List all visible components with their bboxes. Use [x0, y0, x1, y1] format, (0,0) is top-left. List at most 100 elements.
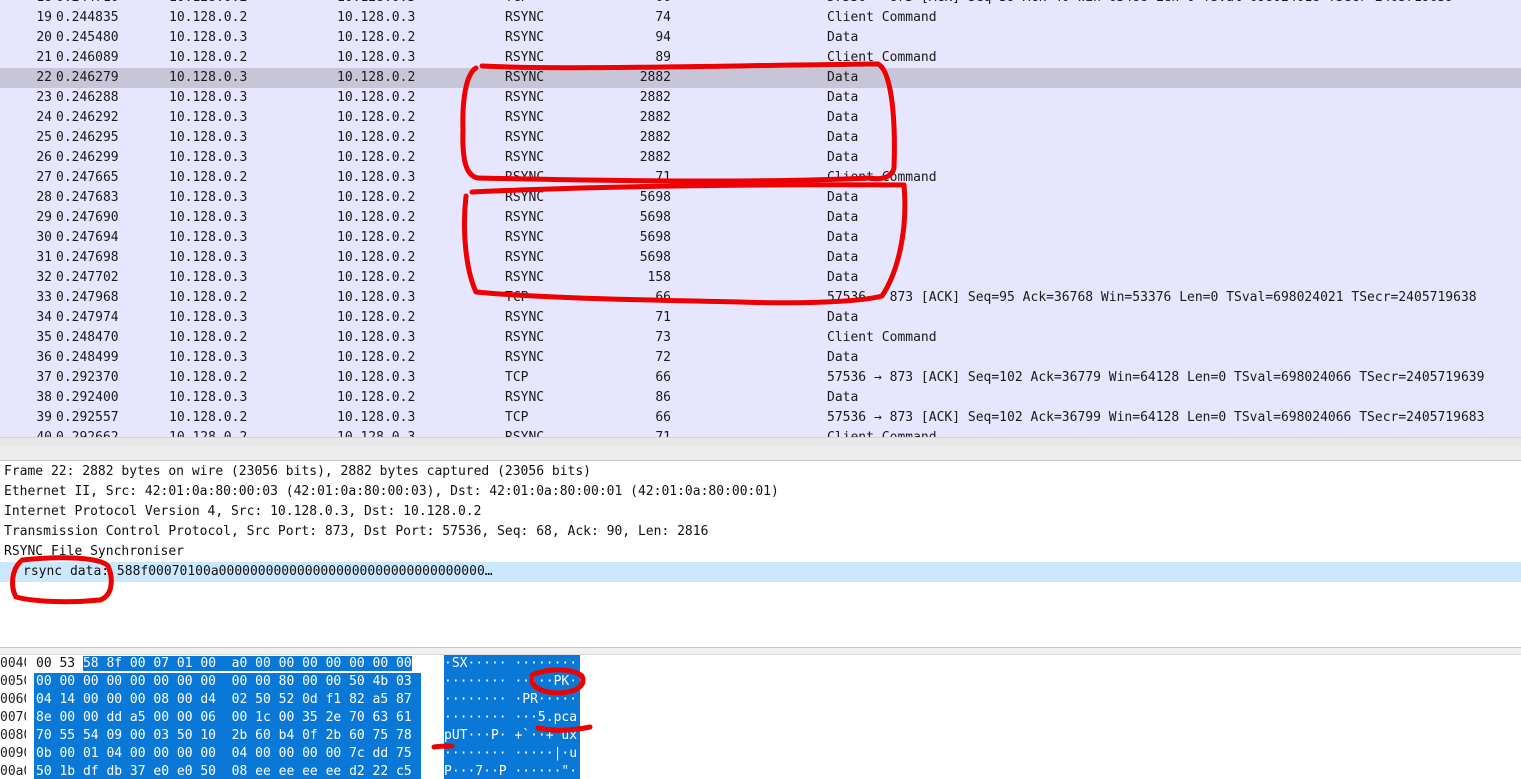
- packet-no: 25: [36, 130, 52, 145]
- detail-tcp[interactable]: Transmission Control Protocol, Src Port:…: [4, 522, 708, 542]
- packet-row[interactable]: 31 0.247698 10.128.0.3 10.128.0.2 RSYNC 5698 D…: [0, 248, 1521, 268]
- packet-row[interactable]: 37 0.292370 10.128.0.2 10.128.0.3 TCP 66 57536…: [0, 368, 1521, 388]
- packet-row[interactable]: 39 0.292557 10.128.0.2 10.128.0.3 TCP 66 57536…: [0, 408, 1521, 428]
- bytes-hex[interactable]: 50 1b df db 37 e0 e0 50 08 ee ee ee ee d…: [34, 763, 421, 779]
- packet-row[interactable]: 27 0.247665 10.128.0.2 10.128.0.3 RSYNC 71 Cli…: [0, 168, 1521, 188]
- packet-protocol: RSYNC: [505, 110, 545, 125]
- packet-destination: 10.128.0.3: [337, 0, 415, 8]
- packet-row[interactable]: 25 0.246295 10.128.0.3 10.128.0.2 RSYNC 2882 D…: [0, 128, 1521, 148]
- packet-info: Client Command: [827, 10, 937, 25]
- packet-list-horizontal-scrollbar[interactable]: [0, 437, 1521, 447]
- packet-row[interactable]: 21 0.246089 10.128.0.2 10.128.0.3 RSYNC 89 Cli…: [0, 48, 1521, 68]
- packet-row[interactable]: 38 0.292400 10.128.0.3 10.128.0.2 RSYNC 86 Dat…: [0, 388, 1521, 408]
- bytes-hex[interactable]: 0b 00 01 04 00 00 00 00 04 00 00 00 00 7…: [34, 745, 421, 763]
- packet-destination: 10.128.0.2: [337, 270, 416, 285]
- packet-length: 72: [655, 350, 671, 365]
- packet-length: 71: [560, 428, 671, 437]
- packet-length: 5698: [639, 190, 671, 205]
- detail-rsync-data[interactable]: rsync data: 588f00070100a000000000000000…: [0, 562, 1521, 582]
- packet-length: 158: [647, 270, 671, 285]
- bytes-hex-selected: 04 14 00 00 00 08 00 d4 02 50 52 0d f1 8…: [36, 692, 412, 707]
- packet-row[interactable]: 30 0.247694 10.128.0.3 10.128.0.2 RSYNC 5698 D…: [0, 228, 1521, 248]
- bytes-hex[interactable]: 00 53 58 8f 00 07 01 00 a0 00 00 00 00 0…: [34, 655, 421, 673]
- bytes-ascii[interactable]: ········ ···5.pca: [444, 709, 580, 727]
- packet-row[interactable]: 19 0.244835 10.128.0.2 10.128.0.3 RSYNC 74 Cli…: [0, 8, 1521, 28]
- bytes-ascii[interactable]: ········ ·PR·····: [444, 691, 580, 709]
- packet-protocol: RSYNC: [505, 190, 545, 205]
- bytes-ascii[interactable]: ········ ·····PK·: [444, 673, 580, 691]
- bytes-ascii[interactable]: ········ ·····|·u: [444, 745, 580, 763]
- packet-time: 0.247665: [56, 170, 119, 185]
- packet-length: 89: [655, 50, 671, 65]
- bytes-ascii[interactable]: P···7··P ······"·: [444, 763, 580, 779]
- packet-list[interactable]: 18 0.244710 10.128.0.2 10.128.0.3 TCP 66 57536…: [0, 0, 1521, 437]
- packet-row[interactable]: 29 0.247690 10.128.0.3 10.128.0.2 RSYNC 5698 D…: [0, 208, 1521, 228]
- bytes-hex-selected: 00 00 00 00 00 00 00 00 00 00 80 00 00 5…: [36, 674, 412, 689]
- detail-rsync[interactable]: RSYNC File Synchroniser: [4, 542, 184, 562]
- packet-destination: 10.128.0.2: [337, 210, 416, 225]
- packet-info: Client Command: [827, 428, 937, 437]
- packet-destination: 10.128.0.2: [337, 390, 416, 405]
- packet-time: 0.246089: [56, 50, 119, 65]
- packet-row[interactable]: 28 0.247683 10.128.0.3 10.128.0.2 RSYNC 5698 D…: [0, 188, 1521, 208]
- packet-row[interactable]: 20 0.245480 10.128.0.3 10.128.0.2 RSYNC 94 Dat…: [0, 28, 1521, 48]
- packet-row[interactable]: 32 0.247702 10.128.0.3 10.128.0.2 RSYNC 158 Da…: [0, 268, 1521, 288]
- packet-length: 2882: [639, 150, 671, 165]
- packet-time: 0.248470: [56, 330, 119, 345]
- bytes-ascii[interactable]: ·SX····· ········: [444, 655, 580, 673]
- packet-source: 10.128.0.3: [169, 70, 248, 85]
- packet-row[interactable]: 33 0.247968 10.128.0.2 10.128.0.3 TCP 66 57536…: [0, 288, 1521, 308]
- packet-row[interactable]: 35 0.248470 10.128.0.2 10.128.0.3 RSYNC 73 Cli…: [0, 328, 1521, 348]
- bytes-row[interactable]: 0050 00 00 00 00 00 00 00 00 00 00 80 00 …: [0, 673, 600, 691]
- packet-source: 10.128.0.2: [169, 428, 247, 437]
- packet-row[interactable]: 26 0.246299 10.128.0.3 10.128.0.2 RSYNC 2882 D…: [0, 148, 1521, 168]
- packet-no: 21: [36, 50, 52, 65]
- packet-source: 10.128.0.2: [169, 50, 248, 65]
- packet-no: 27: [36, 170, 52, 185]
- packet-protocol: RSYNC: [505, 350, 545, 365]
- bytes-row[interactable]: 0070 8e 00 00 dd a5 00 00 06 00 1c 00 35 …: [0, 709, 600, 727]
- bytes-ascii[interactable]: pUT···P· +`··+`ux: [444, 727, 580, 745]
- packet-info: Data: [827, 270, 859, 285]
- bytes-row[interactable]: 0090 0b 00 01 04 00 00 00 00 04 00 00 00 …: [0, 745, 600, 763]
- packet-row[interactable]: 23 0.246288 10.128.0.3 10.128.0.2 RSYNC 2882 D…: [0, 88, 1521, 108]
- packet-destination: 10.128.0.2: [337, 130, 416, 145]
- bytes-row[interactable]: 0080 70 55 54 09 00 03 50 10 2b 60 b4 0f …: [0, 727, 600, 745]
- bytes-row[interactable]: 00a0 50 1b df db 37 e0 e0 50 08 ee ee ee …: [0, 763, 600, 779]
- packet-source: 10.128.0.3: [169, 90, 248, 105]
- packet-info: Data: [827, 130, 859, 145]
- packet-row[interactable]: 24 0.246292 10.128.0.3 10.128.0.2 RSYNC 2882 D…: [0, 108, 1521, 128]
- packet-info: Data: [827, 70, 859, 85]
- packet-row[interactable]: 40 0.292662 10.128.0.2 10.128.0.3 RSYNC 71 Cli…: [0, 428, 1521, 437]
- bytes-hex[interactable]: 70 55 54 09 00 03 50 10 2b 60 b4 0f 2b 6…: [34, 727, 421, 745]
- packet-destination: 10.128.0.2: [337, 250, 416, 265]
- packet-bytes[interactable]: 0040 00 53 58 8f 00 07 01 00 a0 00 00 00 …: [0, 655, 1521, 779]
- packet-info: 57536 → 873 [ACK] Seq=95 Ack=36768 Win=5…: [827, 290, 1477, 305]
- bytes-hex[interactable]: 00 00 00 00 00 00 00 00 00 00 80 00 00 5…: [34, 673, 421, 691]
- detail-ethernet[interactable]: Ethernet II, Src: 42:01:0a:80:00:03 (42:…: [4, 482, 779, 502]
- bytes-row[interactable]: 0060 04 14 00 00 00 08 00 d4 02 50 52 0d …: [0, 691, 600, 709]
- packet-time: 0.246279: [56, 70, 119, 85]
- packet-destination: 10.128.0.3: [337, 370, 416, 385]
- packet-time: 0.247683: [56, 190, 119, 205]
- packet-row[interactable]: 22 0.246279 10.128.0.3 10.128.0.2 RSYNC 2882 D…: [0, 68, 1521, 88]
- bytes-hex[interactable]: 04 14 00 00 00 08 00 d4 02 50 52 0d f1 8…: [34, 691, 421, 709]
- pane-splitter[interactable]: [0, 447, 1521, 461]
- packet-row[interactable]: 34 0.247974 10.128.0.3 10.128.0.2 RSYNC 71 Dat…: [0, 308, 1521, 328]
- pane-splitter[interactable]: [0, 647, 1521, 655]
- bytes-hex[interactable]: 8e 00 00 dd a5 00 00 06 00 1c 00 35 2e 7…: [34, 709, 421, 727]
- packet-source: 10.128.0.3: [169, 150, 248, 165]
- packet-info: Data: [827, 230, 859, 245]
- bytes-hex-selected: 50 1b df db 37 e0 e0 50 08 ee ee ee ee d…: [36, 764, 412, 779]
- packet-length: 86: [655, 390, 671, 405]
- detail-frame[interactable]: Frame 22: 2882 bytes on wire (23056 bits…: [4, 462, 591, 482]
- detail-ip[interactable]: Internet Protocol Version 4, Src: 10.128…: [4, 502, 481, 522]
- packet-destination: 10.128.0.3: [337, 50, 416, 65]
- bytes-offset: 0090: [0, 746, 26, 761]
- packet-row[interactable]: 18 0.244710 10.128.0.2 10.128.0.3 TCP 66 57536…: [0, 0, 1521, 8]
- packet-row[interactable]: 36 0.248499 10.128.0.3 10.128.0.2 RSYNC 72 Dat…: [0, 348, 1521, 368]
- packet-info: Data: [827, 250, 859, 265]
- packet-details[interactable]: Frame 22: 2882 bytes on wire (23056 bits…: [0, 461, 1521, 647]
- packet-source: 10.128.0.2: [169, 10, 248, 25]
- bytes-row[interactable]: 0040 00 53 58 8f 00 07 01 00 a0 00 00 00 …: [0, 655, 600, 673]
